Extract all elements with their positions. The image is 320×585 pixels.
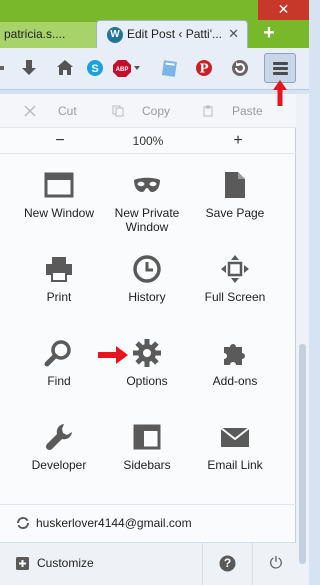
tab-inactive-label: patricia.s.... — [4, 27, 66, 41]
annotation-arrow-right — [98, 346, 128, 364]
paste-icon — [203, 105, 213, 117]
plus-box-icon — [16, 557, 29, 570]
navigation-toolbar: S ABP P — [0, 48, 309, 90]
envelope-icon — [220, 427, 250, 447]
home-icon[interactable] — [54, 57, 76, 79]
email-link-button[interactable]: Email Link — [190, 414, 280, 498]
print-button[interactable]: Print — [14, 246, 104, 330]
pinterest-icon[interactable]: P — [193, 57, 215, 79]
menu-item-label: Print — [46, 290, 72, 304]
zoom-controls: − 100% + — [0, 128, 296, 154]
menu-item-label: New Private Window — [114, 206, 180, 234]
quit-button[interactable]: ⏻ — [256, 543, 296, 585]
save-page-button[interactable]: Save Page — [190, 162, 280, 246]
scrollbar-thumb[interactable] — [299, 344, 306, 564]
developer-button[interactable]: Developer — [14, 414, 104, 498]
clock-icon — [133, 255, 161, 283]
skype-icon[interactable]: S — [84, 57, 106, 79]
customize-label: Customize — [37, 556, 94, 570]
save-page-icon — [225, 172, 245, 198]
find-button[interactable]: Find — [14, 330, 104, 414]
menu-item-label: Sidebars — [123, 458, 171, 472]
scrollbar[interactable] — [296, 94, 309, 585]
tab-active[interactable]: W Edit Post ‹ Patti'... ✕ — [96, 20, 248, 48]
adblock-plus-icon[interactable]: ABP — [112, 57, 142, 79]
new-window-button[interactable]: New Window — [14, 162, 104, 246]
copy-button[interactable]: Copy — [142, 94, 170, 128]
menu-bar-icon — [273, 67, 288, 70]
cut-icon — [24, 105, 36, 117]
new-private-window-button[interactable]: New Private Window — [102, 162, 192, 246]
power-icon: ⏻ — [269, 553, 283, 572]
tab-active-label: Edit Post ‹ Patti'... — [127, 27, 222, 41]
options-button[interactable]: Options — [102, 330, 192, 414]
menu-item-label: New Window — [23, 206, 95, 220]
menu-bar-icon — [273, 72, 288, 75]
svg-text:ABP: ABP — [116, 67, 129, 73]
open-menu-button[interactable] — [264, 53, 296, 83]
sidebar-icon — [133, 424, 161, 450]
menu-item-label: Find — [47, 374, 71, 388]
puzzle-icon — [224, 344, 245, 365]
history-button[interactable]: History — [102, 246, 192, 330]
magnifier-icon — [44, 340, 71, 367]
menu-item-label: Developer — [31, 458, 87, 472]
sidebars-button[interactable]: Sidebars — [102, 414, 192, 498]
menu-item-label: Email Link — [207, 458, 263, 472]
private-mask-icon — [134, 177, 160, 192]
wrench-icon — [45, 424, 72, 451]
tab-inactive[interactable]: patricia.s.... — [0, 22, 100, 48]
menu-item-label: Save Page — [205, 206, 265, 220]
help-button[interactable]: ? — [208, 543, 248, 585]
footer-divider — [202, 543, 203, 585]
zoom-reset-button[interactable]: 100% — [118, 128, 178, 154]
fullscreen-icon — [221, 255, 249, 283]
tab-close-icon[interactable]: ✕ — [228, 26, 239, 42]
svg-text:P: P — [199, 62, 208, 76]
copy-icon — [112, 105, 124, 117]
add-ons-button[interactable]: Add-ons — [190, 330, 280, 414]
notes-icon[interactable] — [158, 57, 180, 79]
zoom-out-button[interactable]: − — [40, 128, 80, 154]
menu-item-label: History — [128, 290, 166, 304]
wordpress-icon: W — [107, 27, 123, 43]
menu-bar-icon — [273, 62, 288, 65]
toolbar-overflow-edge — [0, 57, 8, 79]
help-glyph: ? — [223, 556, 232, 570]
tab-strip: patricia.s.... W Edit Post ‹ Patti'... ✕… — [0, 0, 309, 48]
edit-controls: Cut Copy Paste — [0, 94, 296, 128]
window-close-button[interactable]: ✕ — [258, 0, 309, 20]
zoom-in-button[interactable]: + — [218, 128, 258, 154]
download-icon[interactable] — [18, 57, 40, 79]
reload-icon[interactable] — [229, 57, 251, 79]
sync-account-row[interactable]: huskerlover4144@gmail.com — [0, 504, 296, 540]
svg-text:S: S — [91, 63, 98, 75]
new-tab-button[interactable]: + — [258, 22, 280, 44]
annotation-arrow-up — [273, 80, 287, 106]
printer-icon — [46, 257, 72, 282]
footer-divider — [252, 543, 253, 585]
menu-item-label: Options — [126, 374, 168, 388]
paste-button[interactable]: Paste — [232, 94, 263, 128]
menu-item-label: Add-ons — [212, 374, 258, 388]
sync-icon — [17, 516, 29, 530]
customize-button[interactable]: Customize — [0, 543, 200, 585]
gear-icon — [133, 339, 161, 367]
new-window-icon — [44, 172, 74, 198]
account-email: huskerlover4144@gmail.com — [36, 516, 192, 530]
app-menu-panel: Cut Copy Paste − 100% + New Window New P… — [0, 94, 296, 585]
full-screen-button[interactable]: Full Screen — [190, 246, 280, 330]
menu-item-label: Full Screen — [204, 290, 266, 304]
cut-button[interactable]: Cut — [58, 94, 77, 128]
menu-footer: Customize ? ⏻ — [0, 542, 296, 585]
